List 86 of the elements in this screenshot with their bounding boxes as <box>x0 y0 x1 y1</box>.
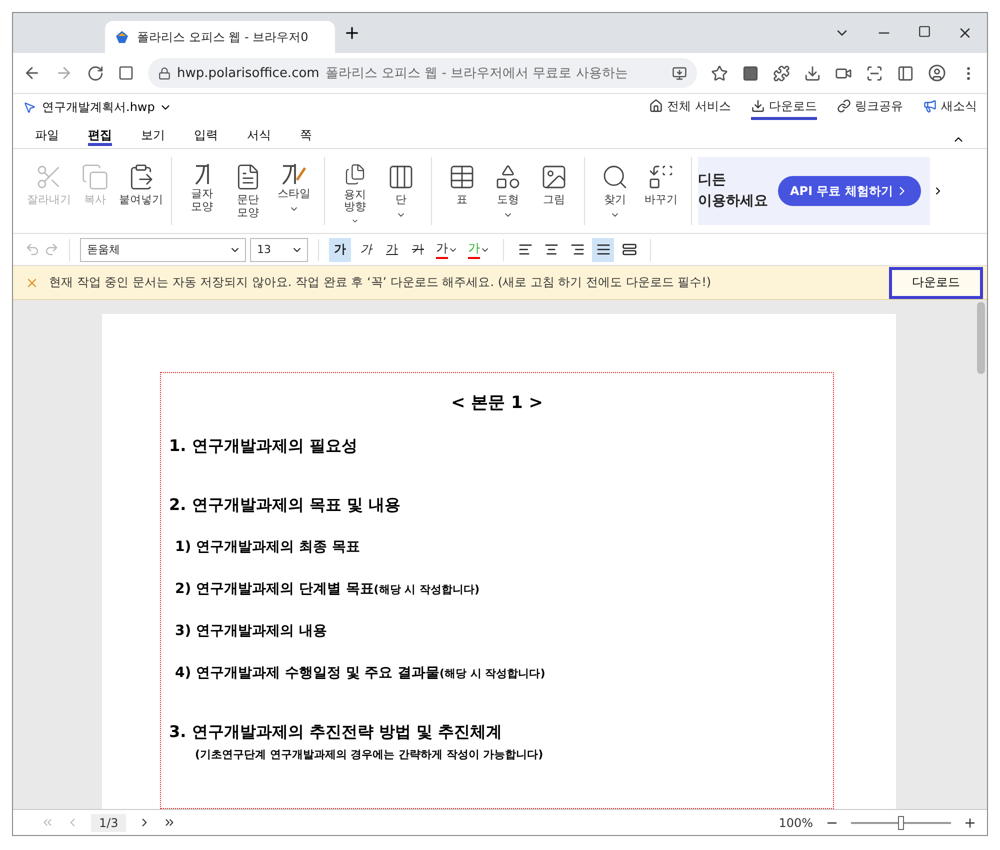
api-trial-button[interactable]: API 무료 체험하기 <box>778 176 921 206</box>
screenshot-icon[interactable] <box>866 64 883 82</box>
subsection-heading: 2) 연구개발과제의 단계별 목표(해당 시 작성합니다) <box>175 580 480 598</box>
align-left-icon <box>518 242 532 257</box>
menu-tab[interactable]: 쪽 <box>300 127 353 148</box>
logo-icon <box>115 30 129 44</box>
ribbon-button[interactable]: 바꾸기 <box>639 163 683 225</box>
sidebar-icon[interactable] <box>897 64 914 82</box>
text-style-button[interactable]: 가 <box>407 238 429 262</box>
align-button[interactable] <box>592 238 614 262</box>
url-text: hwp.polarisoffice.com <box>177 66 320 80</box>
menu-tab[interactable]: 보기 <box>141 127 194 148</box>
back-icon[interactable] <box>23 64 41 82</box>
text-style-button[interactable]: 가 <box>433 238 461 262</box>
ribbon-button[interactable]: 표 <box>440 163 484 225</box>
ribbon-button[interactable]: 그림 <box>532 163 576 225</box>
zoom-text: 100% <box>778 816 813 830</box>
font-select[interactable]: 돋움체 <box>80 238 246 262</box>
menu-tab[interactable]: 서식 <box>247 127 300 148</box>
text-style-button[interactable]: 가 <box>355 238 377 262</box>
header-link[interactable]: 전체 서비스 <box>649 96 731 120</box>
lock-icon <box>158 66 171 80</box>
install-icon[interactable] <box>672 66 687 80</box>
document-title: < 본문 1 > <box>450 392 544 414</box>
text-style-button[interactable]: 가 <box>381 238 403 262</box>
style-icon <box>282 163 306 185</box>
zoom-in-icon[interactable] <box>963 816 977 830</box>
header-link[interactable]: 링크공유 <box>837 96 903 120</box>
page-title-text: 폴라리스 오피스 웹 - 브라우저에서 무료로 사용하는 <box>325 65 629 82</box>
align-right-icon <box>570 242 584 257</box>
shapes-icon <box>494 163 522 191</box>
bookmark-icon[interactable] <box>711 64 728 82</box>
font-name: 돋움체 <box>87 242 120 257</box>
text-style-button[interactable]: 가 <box>329 238 351 262</box>
extension-icon[interactable] <box>118 65 134 81</box>
scrollbar-thumb[interactable] <box>977 302 985 374</box>
header-link[interactable]: 새소식 <box>923 96 977 120</box>
copy-icon <box>81 163 109 191</box>
new-tab-icon[interactable] <box>343 24 361 42</box>
download-icon[interactable] <box>804 64 821 82</box>
ad-text: 디든 <box>698 171 727 190</box>
font-size-select[interactable]: 13 <box>250 238 308 262</box>
replace-icon <box>647 163 675 191</box>
picture-icon <box>540 163 568 191</box>
ribbon-button[interactable]: 붙여넣기 <box>119 163 163 225</box>
address-bar[interactable]: hwp.polarisoffice.com 폴라리스 오피스 웹 - 브라우저에서 무료로 사용하는 <box>148 58 697 88</box>
puzzle-icon[interactable] <box>773 64 790 82</box>
font-size: 13 <box>257 243 271 256</box>
ribbon-button[interactable]: 문단 모양 <box>226 163 270 225</box>
align-center-icon <box>544 242 558 257</box>
subsection-heading: 3) 연구개발과제의 내용 <box>175 622 328 640</box>
download-icon <box>751 99 765 113</box>
columns-icon <box>387 163 415 191</box>
subsection-heading: 1) 연구개발과제의 최종 목표 <box>175 538 361 556</box>
section-heading: 2. 연구개발과제의 목표 및 내용 <box>169 495 402 516</box>
ribbon-button[interactable]: 도형 <box>486 163 530 225</box>
header-link[interactable]: 다운로드 <box>751 96 817 120</box>
house-icon <box>649 99 664 113</box>
link-icon <box>837 99 851 113</box>
notice-text: 현재 작업 중인 문서는 자동 저장되지 않아요. 작업 완료 후 ‘꼭’ 다운로드 해주세요. (새로 고침 하기 전에도 다운로드 필수!) <box>49 274 712 291</box>
maximize-icon[interactable] <box>918 25 931 38</box>
subsection-heading: 4) 연구개발과제 수행일정 및 주요 결과물(해당 시 작성합니다) <box>175 664 546 682</box>
table-icon <box>448 163 476 191</box>
ribbon-button[interactable]: 글자 모양 <box>180 163 224 225</box>
ribbon-button[interactable]: 스타일 <box>272 163 316 225</box>
file-name[interactable]: 연구개발계획서.hwp <box>42 99 155 116</box>
browser-tab[interactable]: 폴라리스 오피스 웹 - 브라우저0 <box>105 21 335 53</box>
ad-text: 이용하세요 <box>698 192 768 211</box>
megaphone-icon <box>923 99 937 113</box>
ribbon-button[interactable]: 찾기 <box>593 163 637 225</box>
align-justify-icon <box>596 242 610 257</box>
section-heading: 3. 연구개발과제의 추진전략 방법 및 추진체계 (기초연구단계 연구개발과제의 경우에는 간략하게 작성이 가능합니다) <box>169 722 544 762</box>
search-icon <box>601 163 629 191</box>
menu-tab[interactable]: 파일 <box>35 127 88 148</box>
page-number: 1/3 <box>91 814 126 832</box>
reload-icon[interactable] <box>87 64 104 82</box>
character-icon <box>195 163 209 185</box>
menu-tab[interactable]: 입력 <box>194 127 247 148</box>
zoom-slider-thumb[interactable] <box>898 816 904 830</box>
download-button[interactable]: 다운로드 <box>889 266 983 298</box>
ribbon-button[interactable]: 단 <box>379 163 423 225</box>
section-heading: 1. 연구개발과제의 필요성 <box>169 436 358 457</box>
align-distribute-icon <box>622 242 636 257</box>
profile-icon[interactable] <box>928 64 946 82</box>
menu-tab[interactable]: 편집 <box>88 127 141 148</box>
ribbon-button[interactable]: 용지 방향 <box>333 163 377 225</box>
